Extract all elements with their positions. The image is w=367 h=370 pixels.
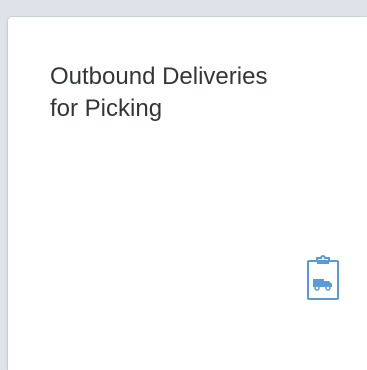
tile-title: Outbound Deliveries for Picking (50, 61, 360, 125)
tile-title-line-2: for Picking (50, 95, 163, 122)
app-tile-outbound-deliveries[interactable]: Outbound Deliveries for Picking (8, 17, 367, 370)
tile-title-line-1: Outbound Deliveries (50, 63, 268, 90)
clipboard-truck-icon (304, 253, 344, 303)
